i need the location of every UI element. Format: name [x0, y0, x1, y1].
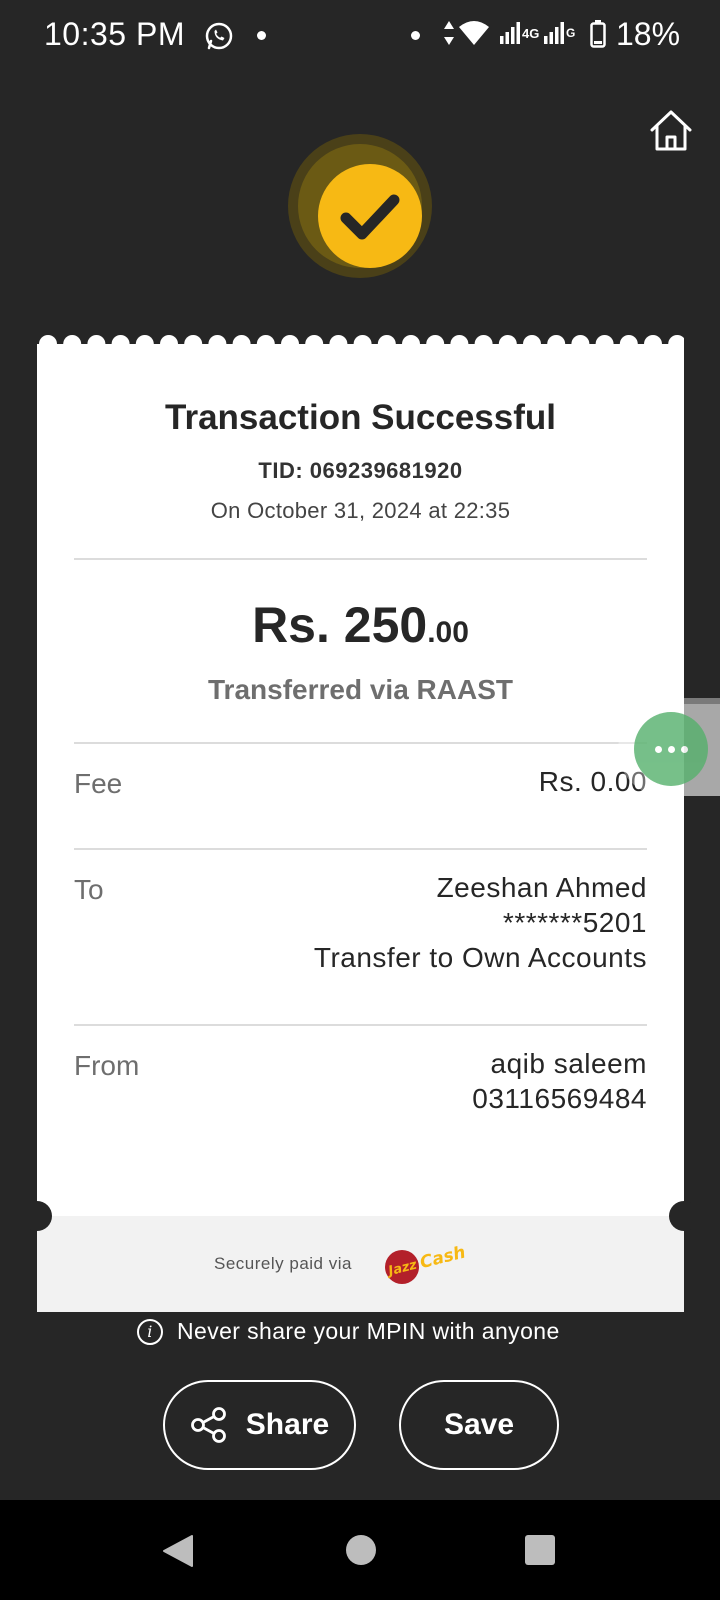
- divider: [74, 558, 647, 560]
- notification-dot: [411, 31, 420, 40]
- whatsapp-icon: [205, 22, 233, 50]
- recent-apps-button[interactable]: [525, 1535, 555, 1565]
- jazzcash-logo: Jazz Cash: [384, 1242, 468, 1284]
- system-nav-bar: [0, 1500, 720, 1600]
- more-dots-icon: [680, 745, 688, 753]
- transaction-date: On October 31, 2024 at 22:35: [210, 498, 511, 523]
- battery-icon: [590, 20, 606, 48]
- sender-phone: 03116569484: [472, 1083, 647, 1114]
- recipient-account: *******5201: [502, 907, 647, 938]
- wifi-icon: [459, 21, 489, 45]
- receipt-footer: Securely paid via Jazz Cash: [37, 1216, 684, 1312]
- share-label: Share: [245, 1408, 330, 1441]
- receipt-notch-right: [669, 1201, 699, 1231]
- share-icon: [190, 1407, 226, 1443]
- mpin-warning-text: Never share your MPIN with anyone: [177, 1318, 560, 1344]
- signal-icon: [544, 22, 564, 44]
- network-type: 4G: [522, 26, 540, 41]
- success-badge: [288, 134, 432, 278]
- divider: [74, 848, 647, 850]
- transfer-type: Transfer to Own Accounts: [313, 942, 647, 973]
- sender-name: aqib saleem: [490, 1048, 647, 1079]
- notification-dot: [257, 31, 266, 40]
- amount-cents: .00: [427, 616, 469, 649]
- info-icon: i: [137, 1318, 163, 1345]
- battery-percent: 18%: [616, 16, 681, 52]
- transaction-amount: Rs. 250.00: [37, 596, 684, 654]
- status-time: 10:35 PM: [44, 16, 185, 52]
- checkmark-icon: [340, 194, 400, 240]
- svg-text:Cash: Cash: [418, 1242, 468, 1273]
- more-options-button[interactable]: [634, 712, 708, 786]
- receipt-notch-left: [22, 1201, 52, 1231]
- transaction-id: TID: 069239681920: [258, 458, 463, 483]
- secure-payment-text: Securely paid via: [214, 1254, 352, 1273]
- recipient-name: Zeeshan Ahmed: [436, 872, 647, 903]
- back-icon[interactable]: [162, 1534, 194, 1568]
- amount-main: Rs. 250: [252, 597, 428, 653]
- save-button[interactable]: Save: [399, 1380, 559, 1470]
- save-label: Save: [443, 1408, 515, 1441]
- mpin-warning: i Never share your MPIN with anyone: [137, 1318, 560, 1345]
- status-bar: 10:35 PM 4G G 18%: [0, 0, 720, 72]
- transfer-method: Transferred via RAAST: [208, 674, 513, 705]
- more-dots-icon: [667, 745, 675, 753]
- from-label: From: [74, 1050, 140, 1081]
- divider: [74, 742, 647, 744]
- divider: [74, 1024, 647, 1026]
- home-icon[interactable]: [648, 108, 694, 152]
- data-arrows-icon: [444, 21, 454, 45]
- fee-label: Fee: [74, 768, 123, 799]
- share-button[interactable]: Share: [163, 1380, 356, 1470]
- receipt-card: Transaction Successful TID: 069239681920…: [22, 344, 699, 1312]
- receipt-title: Transaction Successful: [165, 398, 556, 437]
- network-type-g: G: [566, 26, 576, 40]
- signal-icon: [500, 22, 520, 44]
- more-dots-icon: [654, 745, 662, 753]
- to-details: Zeeshan Ahmed *******5201 Transfer to Ow…: [314, 870, 647, 975]
- to-label: To: [74, 874, 104, 905]
- nav-home-button[interactable]: [346, 1535, 376, 1565]
- from-details: aqib saleem 03116569484: [472, 1046, 647, 1116]
